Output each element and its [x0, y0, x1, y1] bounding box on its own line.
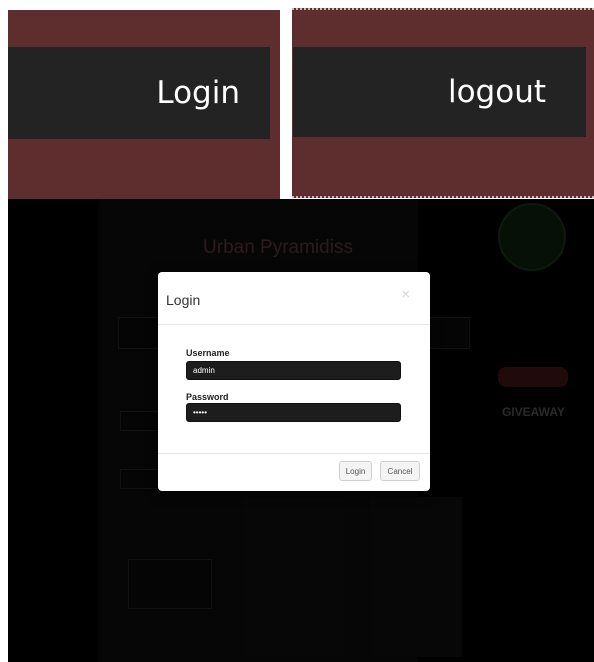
nav-item: [118, 317, 160, 349]
center-article: [244, 497, 344, 657]
password-label: Password: [186, 392, 229, 402]
cancel-button[interactable]: Cancel: [380, 461, 420, 481]
username-input[interactable]: [186, 361, 401, 380]
login-modal: Login × Username Password Login Cancel: [158, 272, 430, 491]
divider: [158, 324, 430, 325]
clock-widget: [498, 203, 566, 271]
login-banner-panel: Login: [8, 10, 280, 200]
nav-item: [428, 317, 470, 349]
login-banner-label: Login: [156, 75, 240, 111]
password-input[interactable]: [186, 403, 401, 422]
modal-title: Login: [166, 292, 201, 308]
logout-banner-button[interactable]: logout: [293, 47, 586, 137]
left-widget-image: [128, 559, 212, 609]
login-button[interactable]: Login: [339, 461, 372, 481]
divider: [158, 453, 430, 454]
sidebar-badge: [498, 367, 568, 387]
logout-banner-label: logout: [447, 74, 546, 110]
right-article: [370, 497, 462, 657]
close-icon[interactable]: ×: [401, 286, 410, 303]
username-label: Username: [186, 348, 230, 358]
site-title: Urban Pyramidiss: [203, 237, 353, 258]
logout-banner-panel: logout: [292, 8, 594, 198]
sidebar-logo: GIVEAWAY: [502, 405, 565, 419]
login-banner-button[interactable]: Login: [8, 47, 270, 139]
